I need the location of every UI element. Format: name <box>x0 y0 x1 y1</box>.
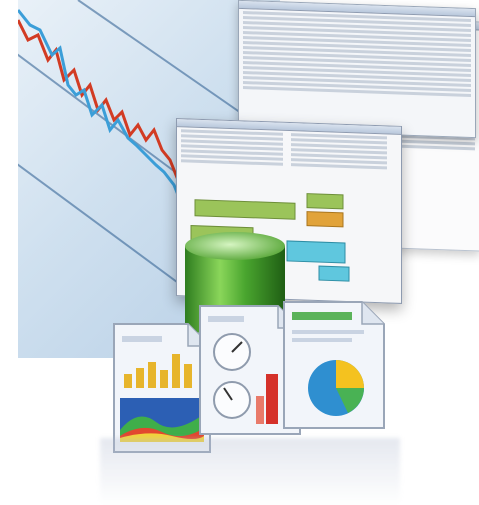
diagram-node <box>306 193 344 210</box>
window-table-panel <box>287 131 391 172</box>
diagram-node <box>306 211 344 228</box>
diagram-node <box>286 240 346 264</box>
diagram-node <box>318 265 350 282</box>
diagram-node <box>194 199 296 220</box>
icon-reflection <box>100 438 400 505</box>
window-tree-panel <box>177 127 287 168</box>
pie-chart-report-icon <box>283 301 385 429</box>
window-content <box>239 11 475 97</box>
red-series-line <box>18 19 194 263</box>
back-ide-window <box>238 0 476 139</box>
